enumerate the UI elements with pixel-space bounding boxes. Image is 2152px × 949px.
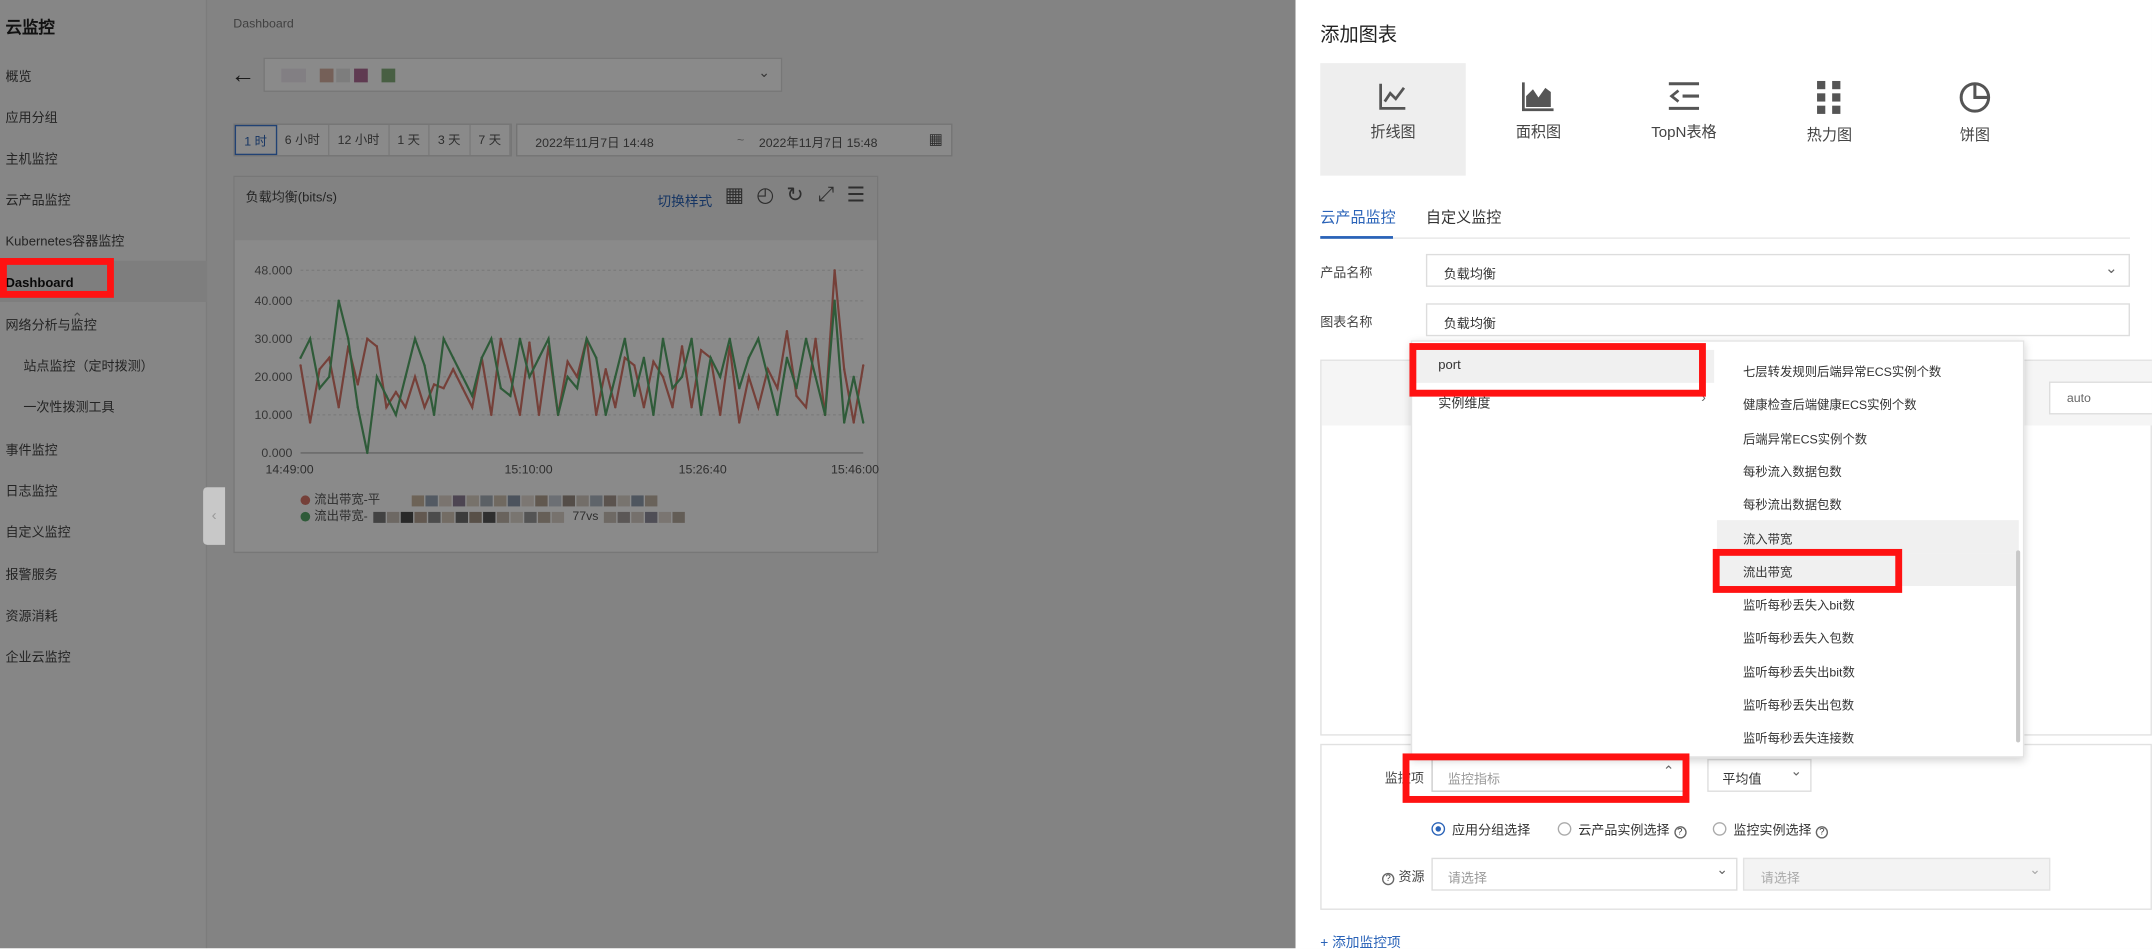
highlight-box [1402, 753, 1690, 803]
cascader-metric-option[interactable]: 监听每秒丢失出bit数 [1717, 653, 2019, 686]
cascader-metric-option[interactable]: 后端异常ECS实例个数 [1717, 419, 2019, 452]
cascader-metric-option[interactable]: 健康检查后端健康ECS实例个数 [1717, 386, 2019, 419]
radio-circle [1557, 822, 1572, 836]
chart-type-label: 热力图 [1806, 127, 1853, 145]
chevron-down-icon: ⌄ [1790, 764, 1802, 780]
product-label: 产品名称 [1320, 266, 1373, 282]
chart-name-input[interactable]: 负载均衡 [1425, 303, 2130, 337]
line-chart-icon [1379, 83, 1406, 110]
help-icon[interactable]: ? [1382, 872, 1395, 886]
resource-label-wrap: ? 资源 [1382, 866, 1425, 886]
pie-chart-icon [1959, 82, 1991, 113]
chart-type-label: 饼图 [1959, 127, 1990, 145]
tab-custom[interactable]: 自定义监控 [1426, 206, 1501, 228]
resource-select[interactable]: 请选择 ⌄ [1431, 857, 1738, 891]
screen: 云监控 概览 应用分组 主机监控 云产品监控 Kubernetes容器监控 Dashboa… [0, 0, 2152, 949]
radio-cloud-instance[interactable]: 云产品实例选择? [1557, 819, 1687, 839]
chevron-down-icon: ⌄ [2029, 863, 2041, 879]
chart-name-label: 图表名称 [1320, 315, 1373, 331]
cascader-column-dimension: port › 实例维度 › [1412, 342, 1715, 759]
chart-type-topn[interactable]: TopN表格 [1611, 63, 1756, 176]
cascader-metric-option[interactable]: 每秒流入数据包数 [1717, 453, 2019, 486]
help-icon[interactable]: ? [1673, 826, 1687, 839]
chart-type-pie[interactable]: 饼图 [1902, 63, 2047, 176]
radio-label: 监控实例选择 [1733, 823, 1812, 839]
highlight-box [0, 258, 114, 298]
highlight-box [1409, 343, 1706, 397]
modal-overlay[interactable] [0, 0, 1296, 949]
cascader-option-label: 实例维度 [1438, 396, 1491, 412]
chart-type-heatmap[interactable]: 热力图 [1757, 63, 1902, 176]
chart-type-line[interactable]: 折线图 [1320, 63, 1466, 176]
auto-value: auto [2066, 391, 2091, 405]
tab-active-indicator [1320, 236, 1393, 239]
cascader-metric-option[interactable]: 监听每秒丢失入包数 [1717, 619, 2019, 652]
scrollbar[interactable] [2016, 550, 2021, 743]
resource-placeholder: 请选择 [1760, 871, 1800, 887]
cascader-metric-option[interactable]: 每秒流出数据包数 [1717, 486, 2019, 519]
resource-placeholder: 请选择 [1447, 871, 1488, 887]
resource-label: 资源 [1398, 870, 1425, 886]
chart-name-value: 负载均衡 [1443, 317, 1496, 333]
chevron-down-icon: ⌄ [1716, 863, 1728, 879]
chart-type-area[interactable]: 面积图 [1466, 63, 1611, 176]
add-metric-link[interactable]: + 添加监控项 [1320, 930, 1400, 948]
chart-type-selector: 折线图 面积图 TopN表格 热力图 饼图 [1320, 63, 2047, 176]
collapse-handle[interactable]: ‹ [203, 487, 226, 545]
cascader-option-clipped [1717, 342, 2019, 345]
radio-app-group[interactable]: 应用分组选择 [1431, 819, 1531, 839]
area-chart-icon [1521, 82, 1554, 112]
drawer-title: 添加图表 [1320, 23, 1398, 46]
product-value: 负载均衡 [1443, 267, 1496, 283]
chevron-down-icon: ⌄ [2104, 260, 2118, 278]
highlight-box [1712, 548, 1903, 593]
cascader-metric-option[interactable]: 监听每秒丢失连接数 [1717, 720, 2019, 753]
chart-type-label: TopN表格 [1651, 124, 1717, 142]
auto-input[interactable]: auto [2048, 381, 2152, 415]
help-icon[interactable]: ? [1815, 826, 1829, 839]
aggregation-value: 平均值 [1722, 772, 1762, 788]
tab-cloud-product[interactable]: 云产品监控 [1320, 206, 1395, 228]
topn-table-icon [1668, 82, 1700, 110]
radio-label: 云产品实例选择 [1578, 823, 1670, 839]
cascader-metric-option[interactable]: 流入带宽 [1716, 519, 2019, 553]
product-select[interactable]: 负载均衡 ⌄ [1425, 253, 2130, 287]
aggregation-select[interactable]: 平均值 ⌄ [1707, 758, 1812, 792]
radio-label: 应用分组选择 [1451, 823, 1531, 839]
radio-monitor-instance[interactable]: 监控实例选择? [1712, 819, 1829, 839]
radio-circle [1431, 822, 1446, 836]
cascader-metric-option[interactable]: 监听每秒丢失出包数 [1717, 686, 2019, 719]
tab-divider [1320, 237, 2130, 239]
chart-type-label: 面积图 [1515, 124, 1562, 142]
chart-type-label: 折线图 [1370, 124, 1416, 142]
resource-select-secondary[interactable]: 请选择 ⌄ [1742, 857, 2051, 891]
heatmap-icon [1817, 80, 1841, 114]
cascader-metric-option[interactable]: 七层转发规则后端异常ECS实例个数 [1717, 353, 2019, 386]
radio-circle [1712, 822, 1727, 836]
